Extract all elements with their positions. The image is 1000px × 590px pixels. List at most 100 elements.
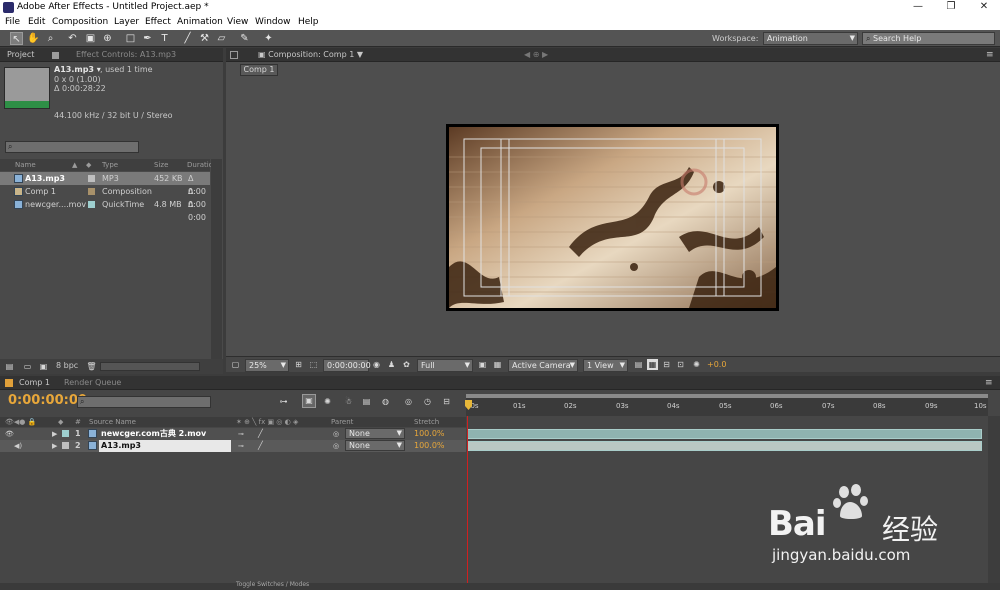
tab-comp-1[interactable]: Comp 1 — [15, 376, 54, 390]
graph-editor-icon[interactable]: ⊟ — [441, 396, 452, 407]
always-preview-icon[interactable]: ▢ — [230, 359, 241, 370]
lock-icon[interactable] — [230, 51, 238, 59]
selected-item-name[interactable]: A13.mp3 ▾ — [54, 65, 101, 74]
pickwhip-icon[interactable]: ◎ — [333, 428, 339, 440]
layer-duration-bar[interactable] — [467, 429, 982, 439]
menu-edit[interactable]: Edit — [28, 17, 45, 27]
list-item[interactable]: A13.mp3 MP3 452 KB Δ 0:00 — [0, 172, 210, 196]
current-time-indicator[interactable] — [467, 416, 468, 586]
type-tool-icon[interactable]: T — [158, 32, 171, 45]
exposure-reset-icon[interactable]: ✺ — [691, 359, 702, 370]
safe-zones-icon[interactable]: ⊞ — [293, 359, 304, 370]
current-time-display[interactable]: 0:00:00:00 — [323, 359, 371, 372]
parent-select[interactable]: None ▼ — [345, 428, 405, 439]
maximize-button[interactable]: ❐ — [937, 0, 965, 15]
draft-3d-icon[interactable]: ✺ — [322, 396, 333, 407]
shy-switch-icon[interactable]: ⊸ — [238, 428, 244, 440]
view-layout-select[interactable]: 1 View ▼ — [583, 359, 628, 372]
timeline-search-input[interactable]: ⌕ — [77, 396, 211, 408]
menu-layer[interactable]: Layer — [114, 17, 139, 27]
rotate-tool-icon[interactable]: ↶ — [66, 32, 79, 45]
magnification-select[interactable]: 25% ▼ — [245, 359, 289, 372]
quality-switch-icon[interactable]: ╱ — [258, 428, 263, 440]
new-folder-icon[interactable]: ▭ — [22, 361, 33, 372]
fast-previews-icon[interactable]: ▦ — [647, 359, 658, 370]
col-type[interactable]: Type — [102, 159, 118, 171]
layer-name[interactable]: A13.mp3 — [101, 440, 141, 452]
tab-effect-controls[interactable]: Effect Controls: A13.mp3 — [72, 48, 180, 62]
eye-icon[interactable]: 👁 — [5, 428, 14, 440]
pan-behind-tool-icon[interactable]: ⊕ — [101, 32, 114, 45]
rectangle-tool-icon[interactable]: □ — [124, 32, 137, 45]
new-composition-icon[interactable]: ▣ — [38, 361, 49, 372]
label-swatch[interactable] — [62, 430, 69, 437]
workspace-select[interactable]: Animation ▼ — [763, 32, 858, 45]
eraser-tool-icon[interactable]: ▱ — [215, 32, 228, 45]
tab-composition[interactable]: ▣ Composition: Comp 1 ▼ — [254, 48, 367, 62]
motion-blur-icon[interactable]: ◍ — [380, 396, 391, 407]
toggle-switches-modes-button[interactable]: Toggle Switches / Modes — [236, 581, 309, 588]
comp-frame[interactable] — [446, 124, 779, 311]
stretch-value[interactable]: 100.0% — [414, 440, 445, 452]
menu-view[interactable]: View — [227, 17, 248, 27]
frame-blending-icon[interactable]: ▤ — [361, 396, 372, 407]
col-name[interactable]: Name — [15, 159, 36, 171]
menu-animation[interactable]: Animation — [177, 17, 223, 27]
quality-switch-icon[interactable]: ╱ — [258, 440, 263, 452]
auto-keyframe-icon[interactable]: ◷ — [422, 396, 433, 407]
col-size[interactable]: Size — [154, 159, 168, 171]
live-update-icon[interactable]: ▣ — [302, 394, 316, 408]
toggle-pixel-aspect-icon[interactable]: ▤ — [633, 359, 644, 370]
close-button[interactable]: ✕ — [970, 0, 998, 15]
list-item[interactable]: newcger....mov QuickTime 4.8 MB Δ 0:00 — [0, 198, 210, 222]
brainstorm-icon[interactable]: ◎ — [403, 396, 414, 407]
clone-stamp-tool-icon[interactable]: ⚒ — [198, 32, 211, 45]
search-help-field[interactable]: ⌕ Search Help — [862, 32, 995, 45]
show-snapshot-icon[interactable]: ♟ — [386, 359, 397, 370]
mask-visibility-icon[interactable]: ⬚ — [308, 359, 319, 370]
label-swatch[interactable] — [88, 175, 95, 182]
pen-tool-icon[interactable]: ✒ — [141, 32, 154, 45]
parent-select[interactable]: None ▼ — [345, 440, 405, 451]
exposure-value[interactable]: +0.0 — [707, 360, 726, 369]
col-stretch[interactable]: Stretch — [414, 417, 439, 427]
pickwhip-icon[interactable]: ◎ — [333, 440, 339, 452]
puppet-pin-tool-icon[interactable]: ✦ — [262, 32, 275, 45]
panel-menu-icon[interactable]: ≡ — [985, 378, 993, 388]
expand-triangle-icon[interactable]: ▶ — [52, 440, 57, 452]
layer-row[interactable]: ◀) ▶ 2 A13.mp3 ⊸ ╱ ◎ None ▼ 100.0% — [0, 440, 466, 452]
col-parent[interactable]: Parent — [331, 417, 353, 427]
resolution-select[interactable]: Full ▼ — [417, 359, 473, 372]
menu-file[interactable]: File — [5, 17, 20, 27]
timeline-current-time[interactable]: 0:00:00:00 — [8, 393, 87, 408]
work-area-bar[interactable] — [466, 394, 988, 398]
layer-duration-bar[interactable] — [467, 441, 982, 451]
project-search-input[interactable]: ⌕ — [5, 141, 139, 153]
label-swatch[interactable] — [62, 442, 69, 449]
stretch-value[interactable]: 100.0% — [414, 428, 445, 440]
shy-switch-icon[interactable]: ⊸ — [238, 440, 244, 452]
layer-name[interactable]: newcger.com古典 2.mov — [101, 428, 206, 440]
brush-tool-icon[interactable]: ╱ — [181, 32, 194, 45]
menu-help[interactable]: Help — [298, 17, 319, 27]
audio-speaker-icon[interactable]: ◀) — [14, 440, 22, 452]
comp-mini-flowchart-icon[interactable]: ⊶ — [278, 396, 289, 407]
hand-tool-icon[interactable]: ✋ — [27, 32, 40, 45]
label-swatch[interactable] — [88, 201, 95, 208]
transparency-grid-icon[interactable]: ▦ — [492, 359, 503, 370]
menu-effect[interactable]: Effect — [145, 17, 171, 27]
region-of-interest-icon[interactable]: ▣ — [477, 359, 488, 370]
selection-tool-icon[interactable]: ↖ — [10, 32, 23, 45]
list-item[interactable]: Comp 1 Composition Δ 0:00 — [0, 185, 210, 209]
expand-triangle-icon[interactable]: ▶ — [52, 428, 57, 440]
color-channel-icon[interactable]: ✿ — [401, 359, 412, 370]
timeline-icon[interactable]: ⊟ — [661, 359, 672, 370]
time-ruler[interactable]: 00s 01s 02s 03s 04s 05s 06s 07s 08s 09s … — [465, 394, 988, 416]
flowchart-icon[interactable]: ⊡ — [675, 359, 686, 370]
roto-brush-tool-icon[interactable]: ✎ — [238, 32, 251, 45]
layer-row[interactable]: 👁 ▶ 1 newcger.com古典 2.mov ⊸ ╱ ◎ None ▼ 10… — [0, 428, 466, 440]
project-horizontal-scrollbar[interactable] — [100, 362, 200, 371]
col-source-name[interactable]: Source Name — [89, 417, 136, 427]
trash-icon[interactable]: 🗑 — [86, 361, 97, 372]
minimize-button[interactable]: — — [904, 0, 932, 15]
